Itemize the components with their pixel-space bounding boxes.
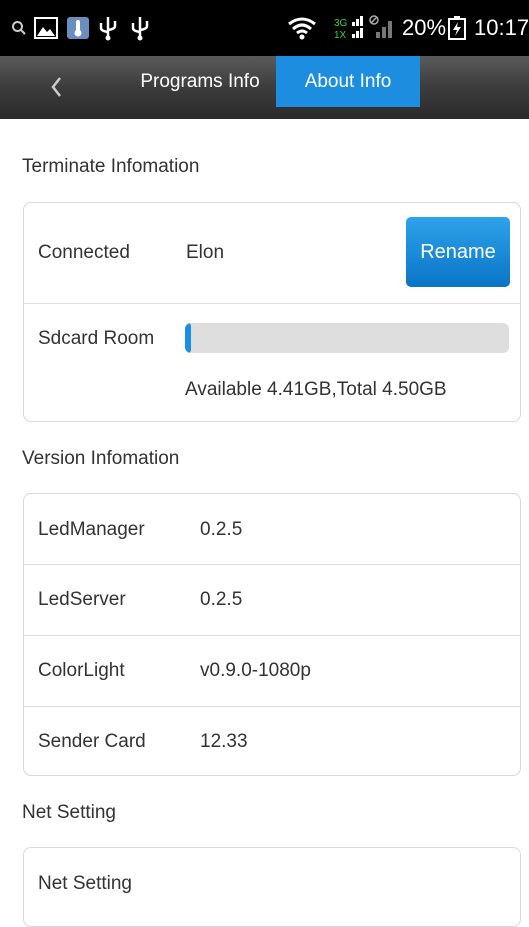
tab-programs-info[interactable]: Programs Info [124,56,276,107]
version-row-label: ColorLight [38,660,125,681]
battery-percent: 20% [402,15,447,40]
version-section-title: Version Infomation [22,448,180,469]
version-row: LedManager 0.2.5 [24,494,520,565]
status-bar: 3G 1X 20% 10:17 [0,0,529,56]
search-icon [10,14,28,42]
version-row-value: 12.33 [200,731,248,752]
version-row: Sender Card 12.33 [24,707,520,777]
divider [24,303,520,304]
device-name: Elon [186,242,225,263]
version-row-label: LedManager [38,519,145,540]
thermometer-icon [65,14,90,42]
sdcard-usage-bar [185,323,509,353]
version-row-label: Sender Card [38,731,146,752]
gallery-icon [33,14,58,42]
signal-icon [368,14,396,42]
back-chevron-icon[interactable] [44,72,68,102]
tab-about-info[interactable]: About Info [276,56,420,107]
version-row: LedServer 0.2.5 [24,565,520,635]
version-row-value: v0.9.0-1080p [200,660,311,681]
net-section-title: Net Setting [22,802,116,823]
net-setting-label: Net Setting [38,873,132,894]
network-type-icon: 3G 1X [334,14,366,42]
version-row-value: 0.2.5 [200,589,243,610]
terminate-card: Connected Elon Rename Sdcard Room Availa… [23,202,521,422]
usb-icon [97,14,119,42]
network-label-bottom: 1X [334,30,347,41]
storage-summary: Available 4.41GB,Total 4.50GB [185,379,447,400]
version-row: ColorLight v0.9.0-1080p [24,636,520,706]
terminate-section-title: Terminate Infomation [22,156,200,177]
wifi-icon [286,14,318,42]
sdcard-usage-fill [185,323,192,353]
net-setting-row[interactable]: Net Setting [24,848,520,919]
rename-button[interactable]: Rename [406,217,510,287]
sdcard-label: Sdcard Room [38,328,155,349]
usb-icon [129,14,151,42]
battery-icon [448,14,466,42]
network-label-top: 3G [334,18,348,29]
clock: 10:17 [474,15,529,40]
version-row-label: LedServer [38,589,126,610]
connected-row: Connected Elon Rename [24,203,520,303]
net-card: Net Setting [23,847,521,927]
toolbar: Programs Info About Info [0,56,529,119]
version-row-value: 0.2.5 [200,519,243,540]
connected-label: Connected [38,242,130,263]
version-card: LedManager 0.2.5 LedServer 0.2.5 ColorLi… [23,493,521,776]
